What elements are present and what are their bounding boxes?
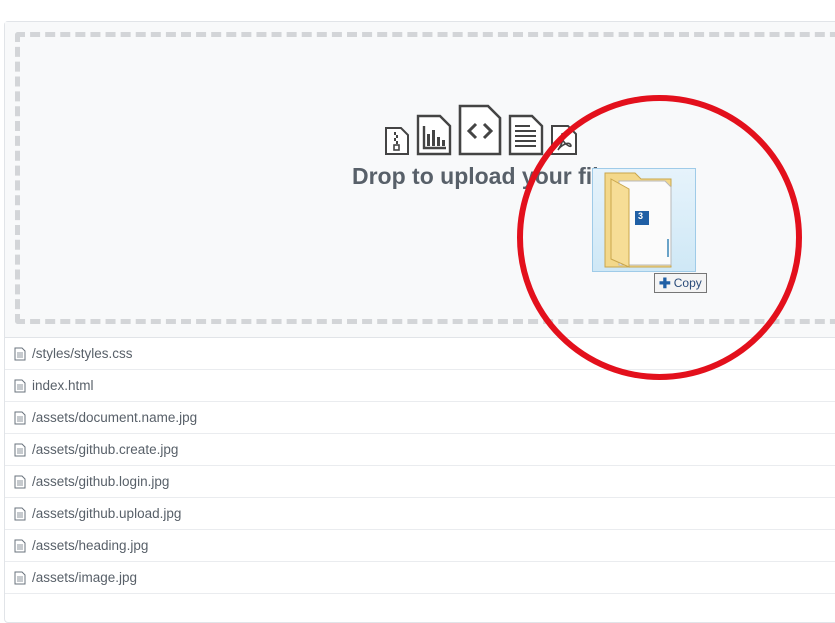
file-row[interactable]: /assets/document.name.jpg	[5, 402, 835, 434]
file-icon	[14, 507, 26, 520]
file-icon	[14, 443, 26, 456]
chart-file-icon	[416, 114, 452, 156]
file-row[interactable]: /assets/github.login.jpg	[5, 466, 835, 498]
file-row[interactable]: /assets/heading.jpg	[5, 530, 835, 562]
file-list: /styles/styles.css index.html /assets/do…	[5, 338, 835, 594]
file-name: /assets/heading.jpg	[32, 538, 149, 553]
file-row[interactable]: index.html	[5, 370, 835, 402]
file-icon	[14, 571, 26, 584]
file-row[interactable]: /assets/github.upload.jpg	[5, 498, 835, 530]
copy-label: Copy	[673, 276, 702, 290]
plus-icon: ✚	[659, 274, 671, 291]
pdf-file-icon	[551, 125, 577, 155]
file-icon	[14, 539, 26, 552]
text-file-icon	[508, 114, 544, 156]
zip-file-icon	[385, 127, 409, 155]
folder-icon	[604, 172, 672, 268]
dragged-folder-preview: 3	[592, 168, 696, 272]
file-row[interactable]: /styles/styles.css	[5, 338, 835, 370]
dropzone-label: Drop to upload your files	[352, 163, 625, 189]
file-name: /assets/document.name.jpg	[32, 410, 198, 425]
drag-count-badge: 3	[638, 211, 644, 221]
file-icon	[14, 475, 26, 488]
file-name: index.html	[32, 378, 94, 393]
file-row[interactable]: /assets/image.jpg	[5, 562, 835, 594]
file-name: /assets/github.login.jpg	[32, 474, 170, 489]
file-icon	[14, 411, 26, 424]
file-name: /assets/github.upload.jpg	[32, 506, 182, 521]
copy-tooltip: ✚ Copy	[654, 273, 707, 293]
file-name: /assets/image.jpg	[32, 570, 138, 585]
file-name: /styles/styles.css	[32, 346, 133, 361]
code-file-icon	[458, 104, 502, 156]
file-type-icons	[384, 100, 578, 156]
file-name: /assets/github.create.jpg	[32, 442, 179, 457]
file-icon	[14, 379, 26, 392]
file-row[interactable]: /assets/github.create.jpg	[5, 434, 835, 466]
file-icon	[14, 347, 26, 360]
